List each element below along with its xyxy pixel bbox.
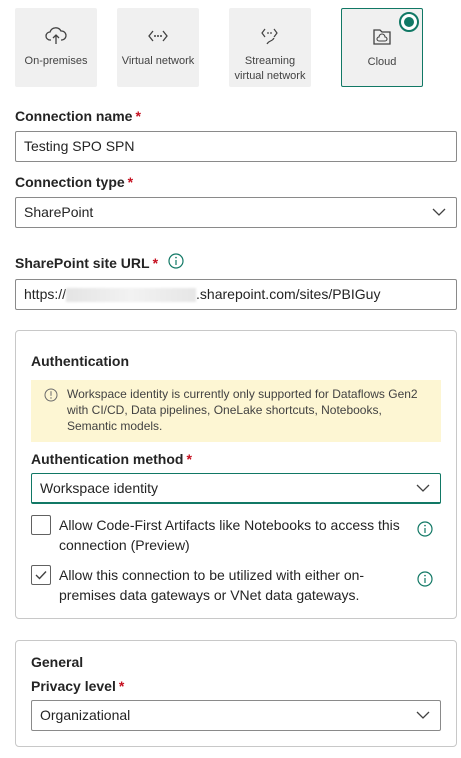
chevron-down-icon xyxy=(432,208,446,216)
site-url-label-text: SharePoint site URL xyxy=(15,255,150,271)
allow-code-first-label: Allow Code-First Artifacts like Notebook… xyxy=(59,517,400,553)
info-icon[interactable] xyxy=(417,571,433,587)
authentication-section: Authentication Workspace identity is cur… xyxy=(15,330,457,619)
required-marker: * xyxy=(186,451,192,467)
required-marker: * xyxy=(135,108,141,124)
checkmark-icon xyxy=(35,571,47,580)
authentication-method-label-text: Authentication method xyxy=(31,451,184,467)
tile-label: Virtual network xyxy=(121,55,195,67)
info-warning-icon xyxy=(44,388,58,402)
site-url-prefix: https:// xyxy=(24,286,67,302)
tile-on-premises[interactable]: On-premises xyxy=(15,8,97,87)
site-url-suffix: .sharepoint.com/sites/PBIGuy xyxy=(196,286,381,302)
connection-name-label-text: Connection name xyxy=(15,108,133,124)
chevron-down-icon xyxy=(416,484,430,492)
tile-cloud[interactable]: Cloud xyxy=(341,8,423,87)
allow-gateway-checkbox[interactable] xyxy=(31,565,51,585)
allow-gateway-label: Allow this connection to be utilized wit… xyxy=(59,567,365,603)
warning-text: Workspace identity is currently only sup… xyxy=(67,387,418,433)
connection-type-dropdown[interactable]: SharePoint xyxy=(15,197,457,228)
connection-name-input[interactable]: Testing SPO SPN xyxy=(15,131,457,162)
authentication-title: Authentication xyxy=(31,353,129,369)
connection-type-value: SharePoint xyxy=(24,204,94,220)
info-icon[interactable] xyxy=(417,521,433,537)
privacy-level-value: Organizational xyxy=(40,707,131,723)
info-icon[interactable] xyxy=(168,253,184,269)
chevron-down-icon xyxy=(416,711,430,719)
allow-code-first-checkbox[interactable] xyxy=(31,515,51,535)
streaming-network-icon xyxy=(229,26,311,46)
privacy-level-dropdown[interactable]: Organizational xyxy=(31,700,441,731)
general-section: General Privacy level * Organizational xyxy=(15,640,457,747)
cloud-upload-icon xyxy=(15,26,97,46)
connection-type-label-text: Connection type xyxy=(15,174,125,190)
tile-label: Cloud xyxy=(367,56,397,68)
required-marker: * xyxy=(127,174,134,190)
tile-label: Streaming virtual network xyxy=(234,55,306,82)
tile-streaming-virtual-network[interactable]: Streaming virtual network xyxy=(229,8,311,87)
authentication-method-label: Authentication method * xyxy=(31,451,192,467)
connection-name-label: Connection name * xyxy=(15,108,141,124)
required-marker: * xyxy=(118,678,125,694)
connection-type-label: Connection type * xyxy=(15,174,133,190)
privacy-level-label: Privacy level * xyxy=(31,678,124,694)
authentication-method-value: Workspace identity xyxy=(40,480,159,496)
general-title: General xyxy=(31,654,84,670)
virtual-network-icon xyxy=(117,26,199,46)
tile-label: On-premises xyxy=(24,55,88,67)
cloud-document-icon xyxy=(342,27,422,47)
authentication-method-dropdown[interactable]: Workspace identity xyxy=(31,473,441,504)
redacted-tenant xyxy=(66,288,197,303)
tile-virtual-network[interactable]: Virtual network xyxy=(117,8,199,87)
required-marker: * xyxy=(152,255,159,271)
site-url-label: SharePoint site URL * xyxy=(15,255,158,271)
warning-banner: Workspace identity is currently only sup… xyxy=(31,380,441,442)
site-url-input[interactable]: https:// .sharepoint.com/sites/PBIGuy xyxy=(15,279,457,310)
privacy-level-label-text: Privacy level xyxy=(31,678,116,694)
